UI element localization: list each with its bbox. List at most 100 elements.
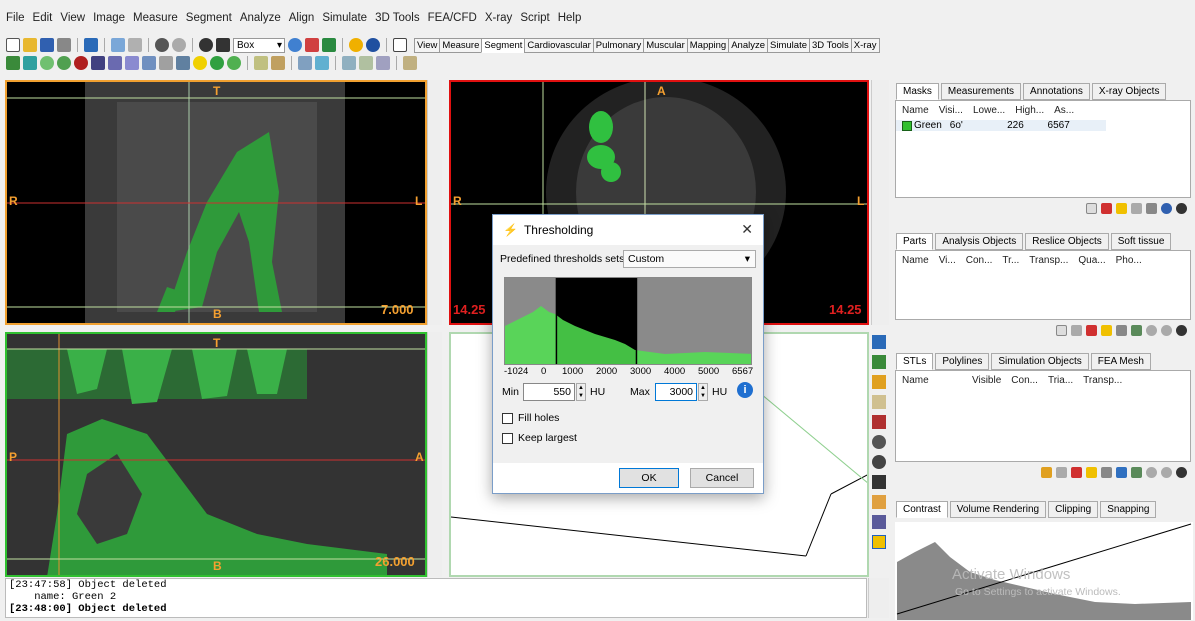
menu-simulate[interactable]: Simulate	[322, 12, 367, 24]
menu-view[interactable]: View	[60, 12, 85, 24]
help-icon[interactable]	[366, 38, 380, 52]
viewport-sagittal[interactable]: T B P A 26.000	[5, 332, 427, 577]
rotate-icon[interactable]	[1161, 325, 1172, 336]
more-icon[interactable]	[1176, 325, 1187, 336]
duplicate-icon[interactable]	[1086, 467, 1097, 478]
tab-soft-tissue[interactable]: Soft tissue	[1110, 233, 1172, 250]
pan-icon[interactable]	[216, 38, 230, 52]
profile-line-icon[interactable]	[6, 56, 20, 70]
selection-mode-select[interactable]: Box ▾	[233, 37, 285, 53]
more-icon[interactable]	[1176, 467, 1187, 478]
column-header[interactable]: Tria...	[1048, 375, 1073, 386]
tab-analysis-objects[interactable]: Analysis Objects	[935, 233, 1024, 250]
move-icon[interactable]	[1146, 325, 1157, 336]
edit-icon[interactable]	[1101, 467, 1112, 478]
tab-parts[interactable]: Parts	[896, 233, 934, 250]
rotate-icon[interactable]	[1161, 467, 1172, 478]
keep-largest-checkbox[interactable]	[502, 433, 513, 444]
reduce-icon[interactable]	[359, 56, 373, 70]
calculate-part-icon[interactable]	[298, 56, 312, 70]
cube-view-icon[interactable]	[872, 355, 886, 369]
menu-3d-tools[interactable]: 3D Tools	[375, 12, 420, 24]
save-icon[interactable]	[40, 38, 54, 52]
toolbar-tab-simulate[interactable]: Simulate	[767, 37, 810, 53]
copy-icon[interactable]	[1056, 467, 1067, 478]
wrap-icon[interactable]	[1131, 325, 1142, 336]
toolbar-tab-xray[interactable]: X-ray	[850, 37, 880, 53]
tab-xray-objects[interactable]: X-ray Objects	[1091, 83, 1167, 100]
rotate-icon[interactable]	[199, 38, 213, 52]
new-file-icon[interactable]	[6, 38, 20, 52]
cancel-button[interactable]: Cancel	[690, 468, 754, 488]
print-icon[interactable]	[57, 38, 71, 52]
min-threshold-input[interactable]: 550	[523, 383, 575, 401]
undo-icon[interactable]	[155, 38, 169, 52]
move-icon[interactable]	[1146, 467, 1157, 478]
axes-icon[interactable]	[872, 535, 886, 549]
predefined-sets-select[interactable]: Custom ▾	[623, 250, 756, 268]
tab-stls[interactable]: STLs	[896, 353, 934, 370]
menu-help[interactable]: Help	[558, 12, 582, 24]
crop-mask-icon[interactable]	[271, 56, 285, 70]
tab-fea-mesh[interactable]: FEA Mesh	[1090, 353, 1151, 370]
smart-fill-icon[interactable]	[176, 56, 190, 70]
menu-measure[interactable]: Measure	[133, 12, 178, 24]
tab-volume-rendering[interactable]: Volume Rendering	[949, 501, 1047, 518]
viewport-coronal[interactable]: T B R L 7.000	[5, 80, 427, 325]
morphology-icon[interactable]	[193, 56, 207, 70]
info-icon[interactable]	[349, 38, 363, 52]
region-grow-icon[interactable]	[40, 56, 54, 70]
delete-icon[interactable]	[1071, 467, 1082, 478]
max-threshold-input[interactable]: 3000	[655, 383, 697, 401]
mask-visibility-icon[interactable]: 6o'	[950, 120, 988, 131]
menu-segment[interactable]: Segment	[186, 12, 232, 24]
menu-file[interactable]: File	[6, 12, 25, 24]
axial-scrollbar[interactable]	[871, 80, 889, 325]
toolbar-tab-3d-tools[interactable]: 3D Tools	[809, 37, 852, 53]
column-header[interactable]: Pho...	[1116, 255, 1142, 266]
fill-cavity-icon[interactable]	[227, 56, 241, 70]
column-header[interactable]: Visible	[972, 375, 1001, 386]
menu-analyze[interactable]: Analyze	[240, 12, 281, 24]
tab-polylines[interactable]: Polylines	[935, 353, 990, 370]
toolbar-tab-measure[interactable]: Measure	[439, 37, 483, 53]
column-header[interactable]: Transp...	[1029, 255, 1068, 266]
zoom-region-icon[interactable]	[305, 38, 319, 52]
edit-3d-icon[interactable]	[125, 56, 139, 70]
column-header[interactable]: Vi...	[939, 255, 956, 266]
tab-measurements[interactable]: Measurements	[940, 83, 1022, 100]
tab-annotations[interactable]: Annotations	[1023, 83, 1090, 100]
sagittal-scrollbar[interactable]	[427, 332, 442, 577]
tab-simulation-objects[interactable]: Simulation Objects	[991, 353, 1089, 370]
visibility-icon[interactable]	[872, 515, 886, 529]
max-spinner[interactable]: ▲ ▼	[698, 383, 708, 401]
rotate-view-icon[interactable]	[872, 455, 886, 469]
toolbar-tab-analyze[interactable]: Analyze	[728, 37, 769, 53]
redo-icon[interactable]	[172, 38, 186, 52]
list-icon[interactable]	[393, 38, 407, 52]
duplicate-icon[interactable]	[1101, 325, 1112, 336]
measure-icon[interactable]	[403, 56, 417, 70]
menu-edit[interactable]: Edit	[33, 12, 53, 24]
close-icon[interactable]: ✕	[741, 221, 753, 238]
column-header[interactable]: Name	[902, 105, 929, 116]
wrap-icon[interactable]	[1131, 467, 1142, 478]
menu-script[interactable]: Script	[520, 12, 549, 24]
eye-icon[interactable]	[872, 435, 886, 449]
duplicate-icon[interactable]	[1116, 203, 1127, 214]
coronal-scrollbar[interactable]	[427, 80, 442, 325]
fit-view-icon[interactable]	[322, 38, 336, 52]
tab-masks[interactable]: Masks	[896, 83, 939, 100]
edit-mask-icon[interactable]	[108, 56, 122, 70]
column-header[interactable]: Tr...	[1002, 255, 1019, 266]
boolean-icon[interactable]	[210, 56, 224, 70]
toolbar-tab-muscular[interactable]: Muscular	[643, 37, 688, 53]
column-header[interactable]: Transp...	[1083, 375, 1122, 386]
new-mask-icon[interactable]	[1086, 203, 1097, 214]
threshold-histogram[interactable]	[504, 277, 752, 365]
toolbar-tab-cardiovascular[interactable]: Cardiovascular	[524, 37, 594, 53]
import-icon[interactable]	[84, 38, 98, 52]
column-header[interactable]: High...	[1015, 105, 1044, 116]
column-header[interactable]: Name	[902, 255, 929, 266]
column-header[interactable]: Lowe...	[973, 105, 1005, 116]
